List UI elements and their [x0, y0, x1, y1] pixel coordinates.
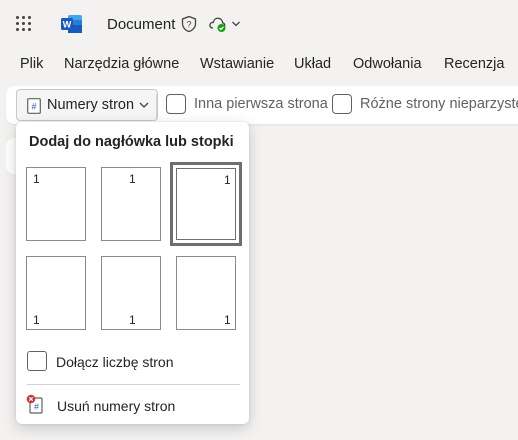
page-numbers-button[interactable]: # Numery stron	[16, 89, 158, 121]
menu-layout[interactable]: Układ	[294, 56, 331, 72]
page-number-bottom-right[interactable]: 1	[176, 256, 236, 330]
page-number-value: 1	[224, 173, 231, 187]
page-number-value: 1	[129, 313, 136, 327]
svg-text:W: W	[63, 20, 72, 30]
menu-home[interactable]: Narzędzia główne	[64, 56, 179, 72]
page-numbers-dropdown: Dodaj do nagłówka lub stopki 1 1 1 1 1 1…	[16, 122, 249, 424]
menu-review[interactable]: Recenzja	[444, 56, 504, 72]
ribbon-divider	[156, 94, 157, 118]
page-number-value: 1	[33, 313, 40, 327]
page-number-bottom-left[interactable]: 1	[26, 256, 86, 330]
page-number-top-center[interactable]: 1	[101, 167, 161, 241]
remove-page-numbers-icon: #	[26, 394, 43, 414]
page-number-value: 1	[224, 313, 231, 327]
include-page-count-label[interactable]: Dołącz liczbę stron	[56, 354, 174, 370]
different-odd-even-label[interactable]: Różne strony nieparzyste	[360, 96, 518, 112]
svg-text:#: #	[31, 102, 36, 112]
page-number-value: 1	[33, 172, 40, 186]
chevron-down-icon	[232, 21, 240, 27]
page-number-value: 1	[129, 172, 136, 186]
include-page-count-checkbox[interactable]	[27, 351, 47, 371]
menu-file[interactable]: Plik	[20, 56, 43, 72]
chevron-down-icon	[139, 102, 149, 108]
dropdown-title: Dodaj do nagłówka lub stopki	[29, 134, 234, 150]
ribbon: # Numery stron Inna pierwsza strona Różn…	[6, 86, 518, 124]
different-first-page-checkbox[interactable]	[166, 94, 186, 114]
different-first-page-label[interactable]: Inna pierwsza strona	[194, 96, 328, 112]
remove-page-numbers-item[interactable]: Usuń numery stron	[57, 398, 175, 414]
cloud-saved-icon[interactable]	[208, 15, 242, 33]
title-bar: W Document ?	[0, 0, 518, 46]
page-number-top-right[interactable]: 1	[170, 162, 242, 246]
document-title[interactable]: Document	[107, 16, 175, 33]
different-odd-even-checkbox[interactable]	[332, 94, 352, 114]
dropdown-divider	[27, 384, 240, 385]
svg-text:?: ?	[186, 19, 191, 29]
page-number-top-left[interactable]: 1	[26, 167, 86, 241]
menu-references[interactable]: Odwołania	[353, 56, 422, 72]
menu-insert[interactable]: Wstawianie	[200, 56, 274, 72]
shield-icon[interactable]: ?	[180, 15, 198, 33]
word-icon[interactable]: W	[61, 14, 83, 34]
menu-bar: Plik Narzędzia główne Wstawianie Układ O…	[0, 52, 518, 78]
app-launcher-icon[interactable]	[16, 16, 32, 32]
svg-text:#: #	[34, 402, 39, 412]
page-number-icon: #	[27, 98, 41, 114]
page-number-bottom-center[interactable]: 1	[101, 256, 161, 330]
page-numbers-label: Numery stron	[47, 97, 135, 113]
